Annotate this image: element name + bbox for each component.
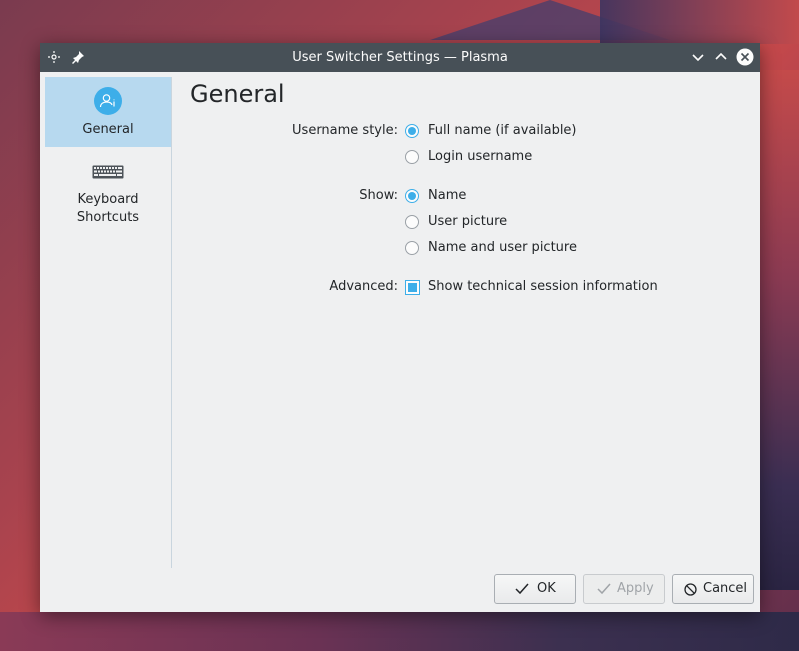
show-row: User picture bbox=[190, 209, 690, 235]
cancel-button-label: Cancel bbox=[703, 581, 748, 596]
username-style-row: Login username bbox=[190, 144, 690, 170]
sidebar-item-keyboard-shortcuts[interactable]: Keyboard Shortcuts bbox=[45, 157, 171, 227]
page-title: General bbox=[190, 80, 285, 108]
radio-show-user-picture-label[interactable]: User picture bbox=[428, 209, 507, 235]
checkbox-technical-info[interactable] bbox=[405, 280, 420, 295]
radio-show-name-label[interactable]: Name bbox=[428, 183, 466, 209]
ok-button[interactable]: OK bbox=[494, 574, 576, 604]
sidebar-item-label: Shortcuts bbox=[76, 210, 140, 225]
advanced-row: Advanced: Show technical session informa… bbox=[190, 274, 710, 300]
radio-show-name-and-picture[interactable] bbox=[405, 241, 419, 255]
radio-show-user-picture[interactable] bbox=[405, 215, 419, 229]
minimize-icon[interactable] bbox=[689, 48, 707, 66]
cancel-icon bbox=[684, 583, 697, 596]
titlebar[interactable]: User Switcher Settings — Plasma bbox=[40, 43, 760, 72]
radio-login-username-label[interactable]: Login username bbox=[428, 144, 532, 170]
cancel-button[interactable]: Cancel bbox=[672, 574, 754, 604]
wallpaper-shape bbox=[760, 70, 799, 590]
user-settings-icon bbox=[94, 87, 122, 115]
maximize-icon[interactable] bbox=[712, 48, 730, 66]
wallpaper-shape bbox=[0, 612, 799, 651]
ok-button-label: OK bbox=[537, 581, 556, 596]
apply-button[interactable]: Apply bbox=[583, 574, 665, 604]
close-icon[interactable] bbox=[736, 48, 754, 66]
apply-button-label: Apply bbox=[617, 581, 654, 596]
general-page: General Username style: Full name (if av… bbox=[190, 77, 760, 562]
settings-window: User Switcher Settings — Plasma General bbox=[40, 43, 760, 612]
sidebar: General Keyboard Shortcuts bbox=[45, 77, 172, 568]
advanced-label: Advanced: bbox=[329, 279, 398, 294]
check-icon bbox=[515, 583, 529, 595]
radio-full-name[interactable] bbox=[405, 124, 419, 138]
radio-full-name-label[interactable]: Full name (if available) bbox=[428, 118, 577, 144]
window-title: User Switcher Settings — Plasma bbox=[292, 50, 508, 65]
check-icon bbox=[597, 583, 611, 595]
radio-show-name-and-picture-label[interactable]: Name and user picture bbox=[428, 235, 577, 261]
radio-login-username[interactable] bbox=[405, 150, 419, 164]
sidebar-item-label: Keyboard bbox=[77, 192, 139, 207]
checkbox-technical-info-label[interactable]: Show technical session information bbox=[428, 274, 658, 300]
show-row: Show: Name bbox=[190, 183, 690, 209]
show-label: Show: bbox=[359, 188, 398, 203]
show-row: Name and user picture bbox=[190, 235, 690, 261]
radio-show-name[interactable] bbox=[405, 189, 419, 203]
wallpaper-shape bbox=[600, 0, 799, 44]
username-style-label: Username style: bbox=[292, 123, 398, 138]
username-style-row: Username style: Full name (if available) bbox=[190, 118, 690, 144]
sidebar-item-label: General bbox=[82, 122, 134, 137]
sidebar-item-general[interactable]: General bbox=[45, 77, 171, 147]
keyboard-icon bbox=[92, 165, 124, 179]
